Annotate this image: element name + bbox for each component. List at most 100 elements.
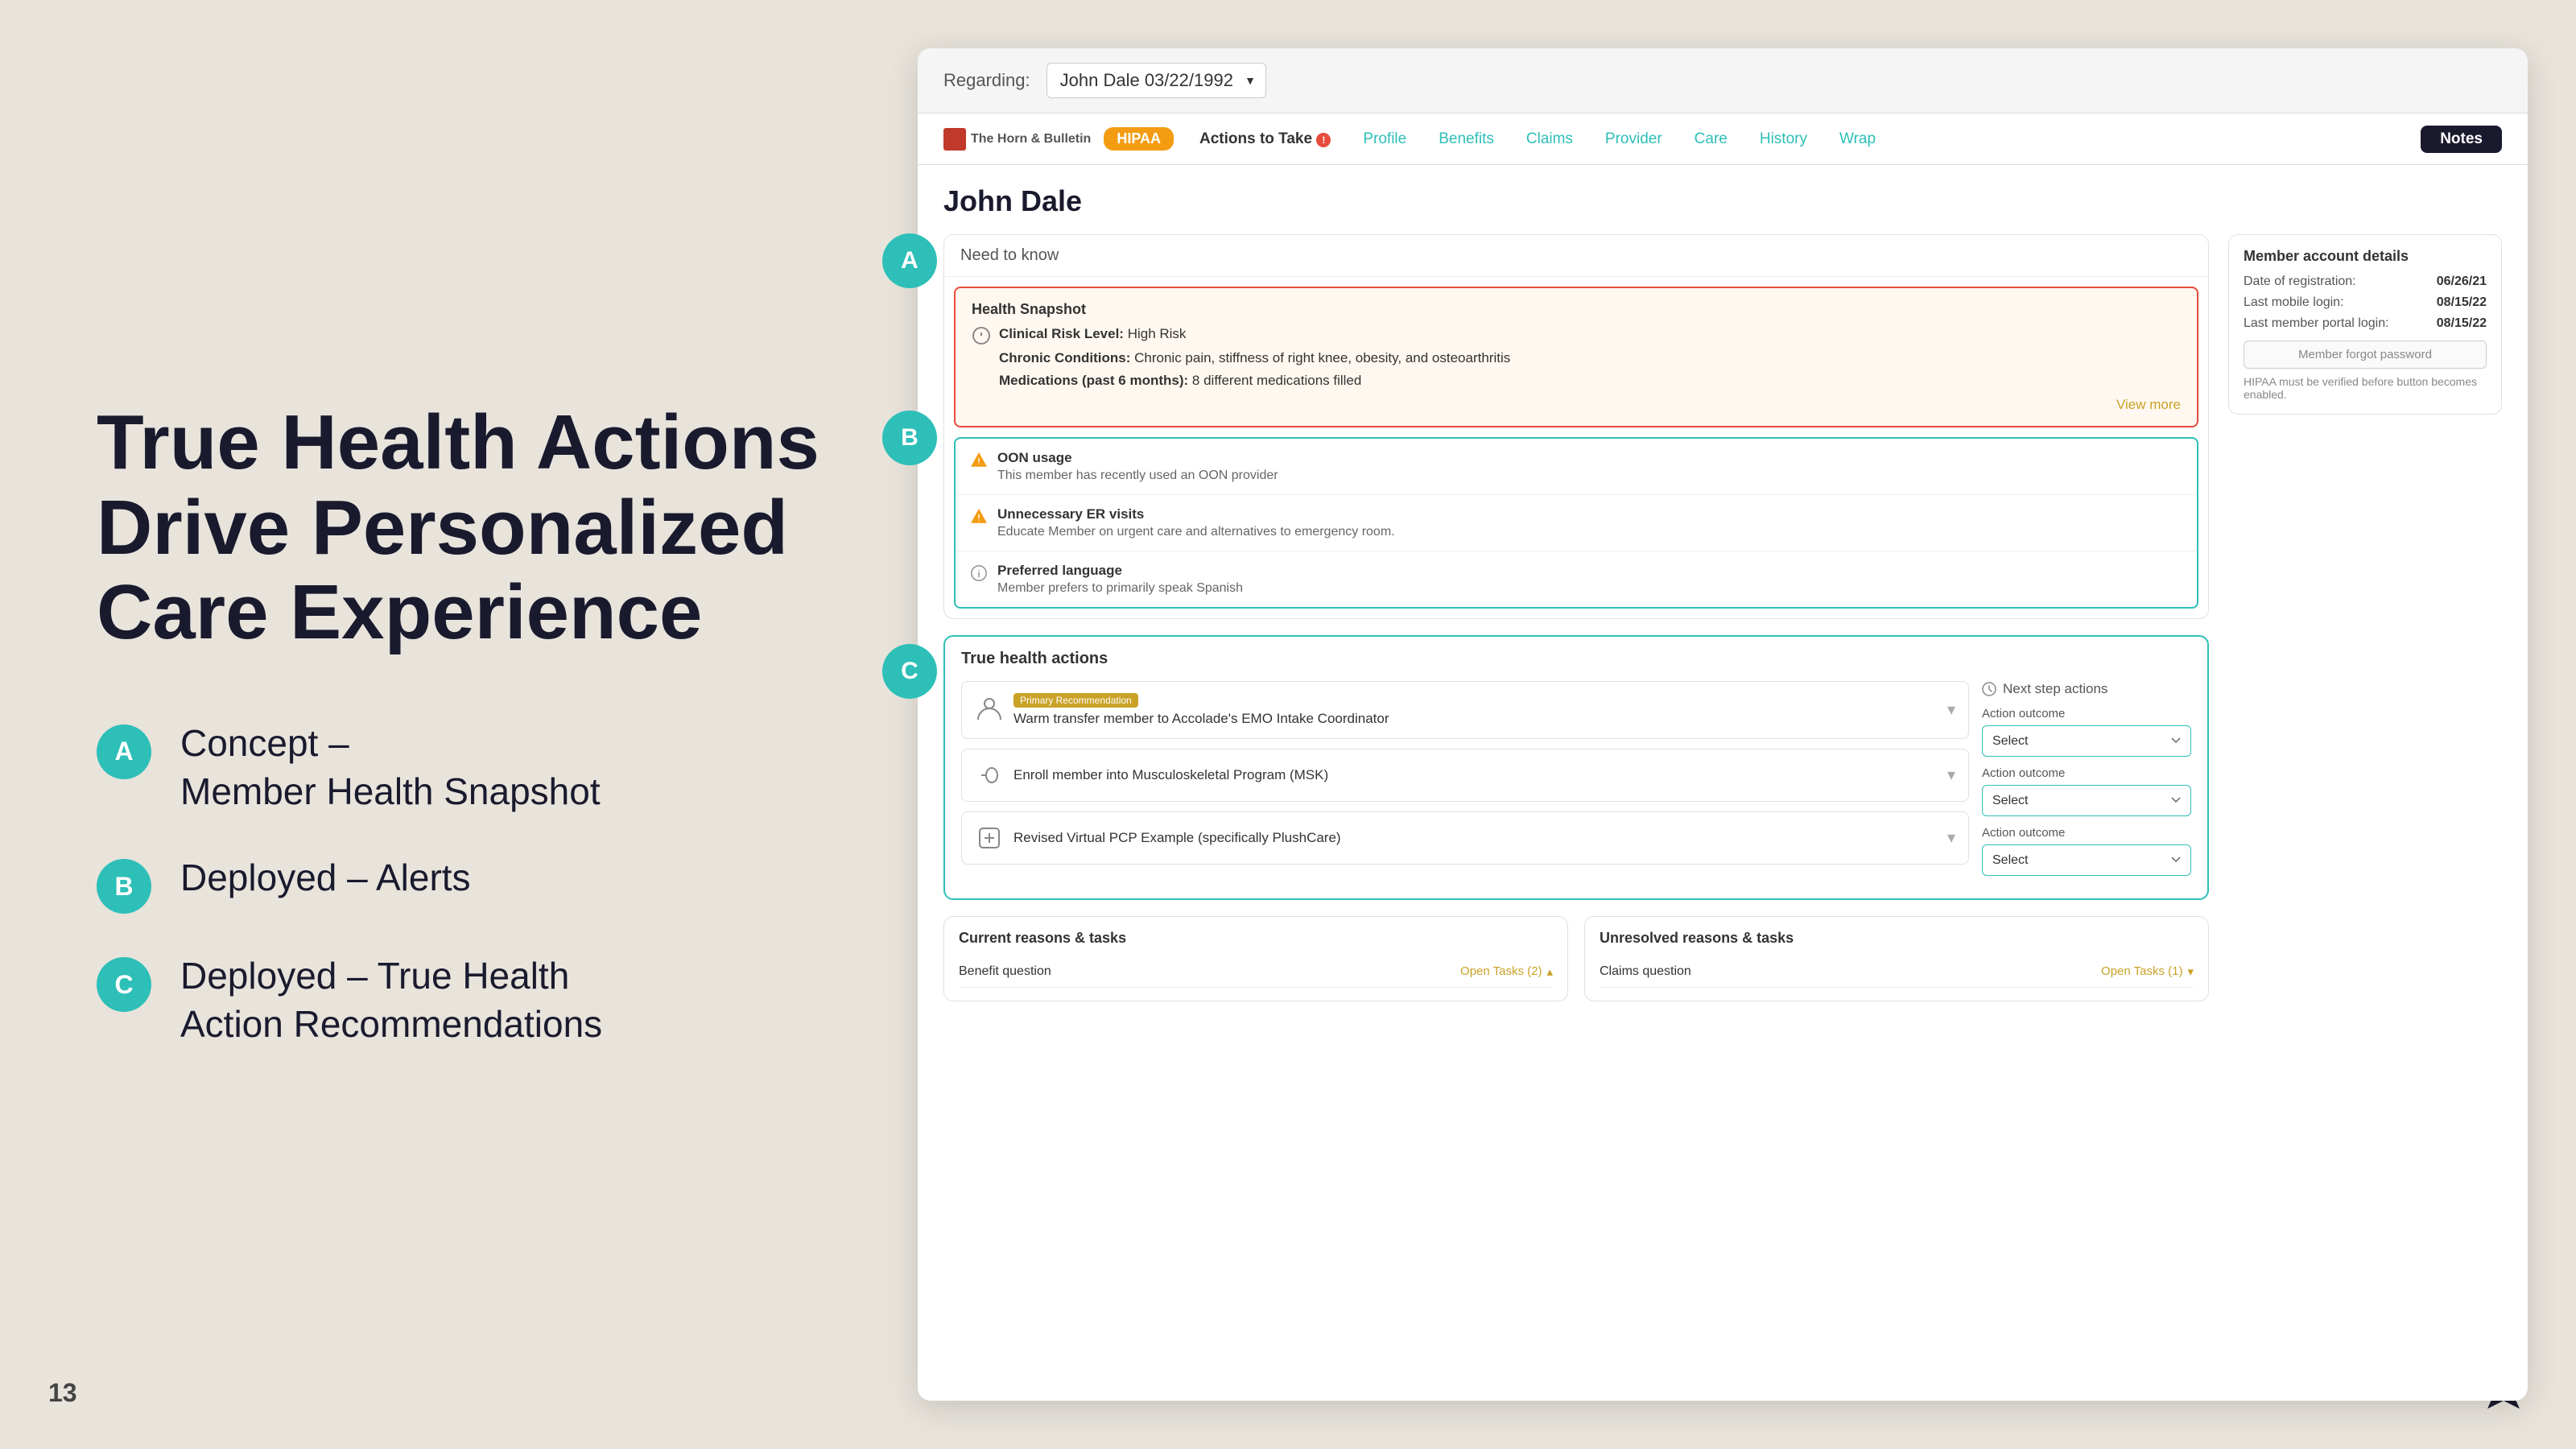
info-icon-language [970,564,988,582]
warning-icon-oon [970,452,988,469]
unresolved-tasks-card: Unresolved reasons & tasks Claims questi… [1584,916,2209,1001]
conditions-row: Chronic Conditions: Chronic pain, stiffn… [972,349,2181,368]
detail-row-mobile: Last mobile login: 08/15/22 [2244,295,2487,310]
chevron-down-icon: ▾ [2187,964,2194,979]
concept-item-b: B Deployed – Alerts [97,854,845,914]
concept-badge-c: C [97,957,151,1012]
alert-content-er: Unnecessary ER visits Educate Member on … [997,506,1395,539]
concept-badge-b: B [97,859,151,914]
forgot-password-button[interactable]: Member forgot password [2244,341,2487,369]
snapshot-risk-row: Clinical Risk Level: High Risk [972,324,2181,345]
view-more-link[interactable]: View more [972,397,2181,413]
nav-item-history[interactable]: History [1747,127,1820,151]
alert-content-language: Preferred language Member prefers to pri… [997,563,1243,596]
concept-badge-a: A [97,724,151,779]
concept-list: A Concept –Member Health Snapshot B Depl… [97,720,845,1049]
nav-item-benefits[interactable]: Benefits [1426,127,1507,151]
risk-text: Clinical Risk Level: High Risk [999,324,1186,344]
outcome-select-3[interactable]: Select [1982,844,2191,876]
health-snapshot: Health Snapshot Clinical Risk Level: Hig… [954,287,2198,427]
nav-item-provider[interactable]: Provider [1592,127,1675,151]
task-row-claims: Claims question Open Tasks (1) ▾ [1600,956,2194,988]
member-name: John Dale [943,184,2502,218]
top-bar: Regarding: John Dale 03/22/1992 ▼ [918,48,2528,114]
nav-item-claims[interactable]: Claims [1513,127,1586,151]
action-person-icon-1 [975,696,1004,724]
concept-text-a: Concept –Member Health Snapshot [180,720,601,816]
account-details-title: Member account details [2244,248,2487,265]
outcome-select-2[interactable]: Select [1982,785,2191,816]
nav-item-care[interactable]: Care [1682,127,1740,151]
hipaa-note: HIPAA must be verified before button bec… [2244,375,2487,401]
action-chevron-1: ▾ [1947,700,1955,720]
action-item-1[interactable]: Primary Recommendation Warm transfer mem… [961,681,1969,739]
regarding-dropdown[interactable]: John Dale 03/22/1992 ▼ [1046,63,1266,98]
concept-item-a: A Concept –Member Health Snapshot [97,720,845,816]
overlay-badge-a: A [882,233,937,288]
nav-item-wrap[interactable]: Wrap [1827,127,1889,151]
outcome-select-1[interactable]: Select [1982,725,2191,757]
nav-logo-icon [943,128,966,151]
alert-item-er: Unnecessary ER visits Educate Member on … [956,495,2197,551]
nav-item-profile[interactable]: Profile [1350,127,1419,151]
actions-list: Primary Recommendation Warm transfer mem… [961,681,1969,886]
action-item-3[interactable]: Revised Virtual PCP Example (specificall… [961,811,1969,865]
chevron-up-icon: ▴ [1546,964,1553,979]
task-row-benefit: Benefit question Open Tasks (2) ▴ [959,956,1553,988]
outcome-group-2: Action outcome Select [1982,766,2191,816]
medications-row: Medications (past 6 months): 8 different… [972,371,2181,390]
alert-item-oon: OON usage This member has recently used … [956,439,2197,495]
action-icon-3 [975,824,1004,852]
action-content-3: Revised Virtual PCP Example (specificall… [1013,830,1938,846]
current-tasks-title: Current reasons & tasks [959,930,1553,947]
account-details-card: Member account details Date of registrat… [2228,234,2502,415]
detail-row-registration: Date of registration: 06/26/21 [2244,275,2487,289]
open-tasks-badge-claims: Open Tasks (1) ▾ [2101,964,2194,979]
need-to-know-card: Need to know Health Snapshot Clinical Ri… [943,234,2209,619]
action-chevron-3: ▾ [1947,828,1955,848]
dropdown-chevron-icon: ▼ [1245,74,1256,87]
need-to-know-header: Need to know [944,235,2208,277]
alert-content-oon: OON usage This member has recently used … [997,450,1278,483]
concept-item-c: C Deployed – True HealthAction Recommend… [97,952,845,1049]
content-grid: Need to know Health Snapshot Clinical Ri… [943,234,2502,1001]
action-content-2: Enroll member into Musculoskeletal Progr… [1013,767,1938,783]
action-content-1: Primary Recommendation Warm transfer mem… [1013,693,1938,727]
alert-item-language: Preferred language Member prefers to pri… [956,551,2197,607]
outcome-group-1: Action outcome Select [1982,707,2191,757]
nav-item-actions[interactable]: Actions to Take ! [1187,127,1344,151]
concept-text-b: Deployed – Alerts [180,854,471,902]
action-icon-2 [975,761,1004,790]
snapshot-title: Health Snapshot [972,301,2181,318]
next-steps-icon [1982,682,1996,696]
health-icon [972,326,991,345]
next-steps-title: Next step actions [1982,681,2191,697]
detail-row-portal: Last member portal login: 08/15/22 [2244,316,2487,331]
left-panel: True Health Actions Drive Personalized C… [48,0,894,1449]
right-column: Member account details Date of registrat… [2228,234,2502,1001]
open-tasks-badge-benefit: Open Tasks (2) ▴ [1460,964,1553,979]
medications-text: Medications (past 6 months): 8 different… [999,371,1361,390]
conditions-text: Chronic Conditions: Chronic pain, stiffn… [999,349,1510,368]
overlay-badge-c: C [882,644,937,699]
health-actions-card: True health actions Primary Recommend [943,635,2209,900]
overlay-badge-b: B [882,411,937,465]
primary-rec-badge: Primary Recommendation [1013,693,1138,708]
hipaa-badge: HIPAA [1104,127,1174,151]
notes-button[interactable]: Notes [2421,126,2502,153]
actions-grid: Primary Recommendation Warm transfer mem… [961,681,2191,886]
nav-bar: The Horn & Bulletin HIPAA Actions to Tak… [918,114,2528,165]
bottom-tasks-grid: Current reasons & tasks Benefit question… [943,916,2209,1001]
action-chevron-2: ▾ [1947,765,1955,785]
current-tasks-card: Current reasons & tasks Benefit question… [943,916,1568,1001]
warning-icon-er [970,508,988,526]
left-column: Need to know Health Snapshot Clinical Ri… [943,234,2209,1001]
main-heading: True Health Actions Drive Personalized C… [97,400,845,655]
alerts-section: OON usage This member has recently used … [954,437,2198,609]
outcome-group-3: Action outcome Select [1982,826,2191,876]
action-item-2[interactable]: Enroll member into Musculoskeletal Progr… [961,749,1969,802]
unresolved-tasks-title: Unresolved reasons & tasks [1600,930,2194,947]
ui-mockup-panel: Regarding: John Dale 03/22/1992 ▼ The Ho… [918,48,2528,1401]
regarding-label: Regarding: [943,70,1030,91]
nav-logo: The Horn & Bulletin [943,128,1091,151]
